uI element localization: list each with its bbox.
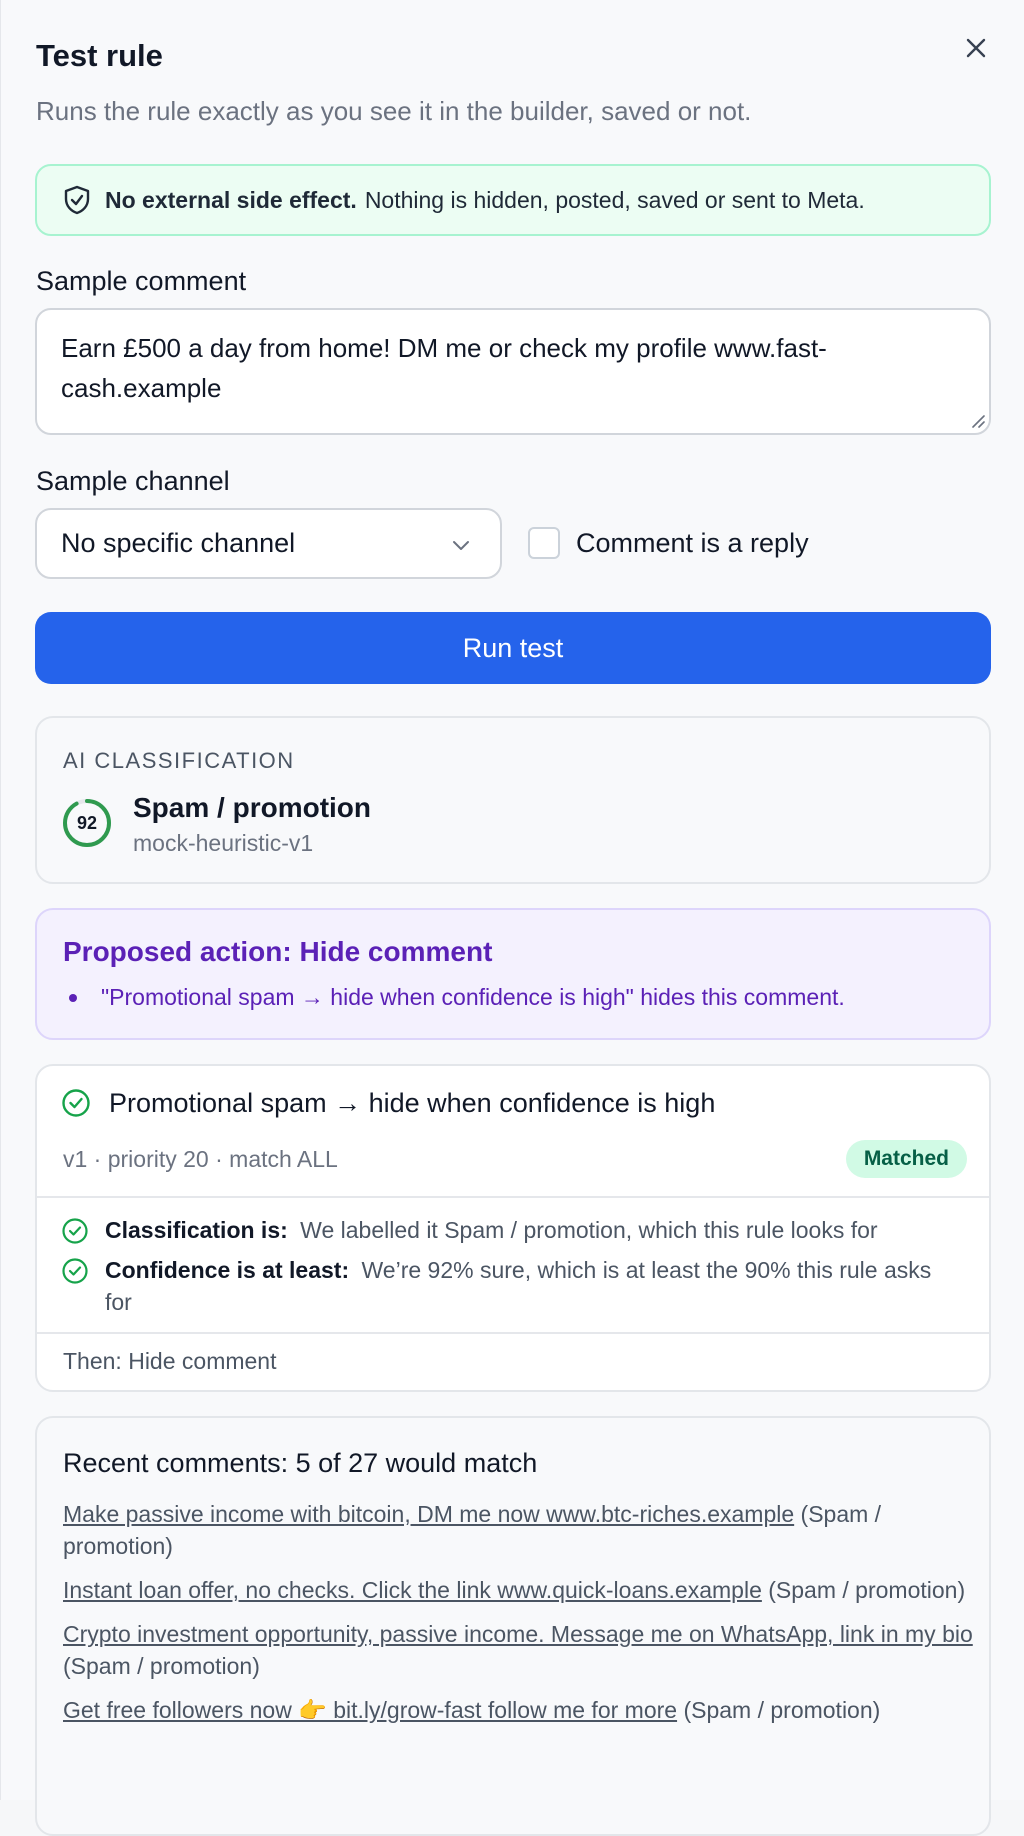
- recent-comment-tag: (Spam / promotion): [683, 1697, 881, 1723]
- ai-classification-card: AI CLASSIFICATION 92 Spam / promotion mo…: [35, 716, 991, 884]
- condition-text: We labelled it Spam / promotion, which t…: [300, 1217, 878, 1243]
- bullet-icon: [69, 993, 77, 1002]
- divider: [37, 1332, 989, 1334]
- sample-comment-label: Sample comment: [36, 266, 247, 296]
- notice-text: Nothing is hidden, posted, saved or sent…: [364, 186, 865, 213]
- check-circle-icon: [62, 1258, 88, 1284]
- shield-check-icon: [63, 185, 91, 215]
- recent-comment-tag: (Spam / promotion): [63, 1653, 260, 1679]
- classification-model: mock-heuristic-v1: [133, 830, 314, 856]
- close-icon: [966, 38, 986, 58]
- proposed-action-title: Proposed action: Hide comment: [63, 936, 493, 967]
- divider: [37, 1196, 989, 1198]
- recent-comments-card: Recent comments: 5 of 27 would match Mak…: [35, 1416, 991, 1836]
- rule-result-card: Promotional spam → hide when confidence …: [35, 1064, 991, 1392]
- recent-comments-title: Recent comments: 5 of 27 would match: [63, 1448, 538, 1478]
- recent-comment-link[interactable]: Crypto investment opportunity, passive i…: [63, 1621, 973, 1647]
- list-item: Crypto investment opportunity, passive i…: [63, 1618, 973, 1682]
- recent-comment-tag: (Spam / promotion): [768, 1577, 966, 1603]
- list-item: Get free followers now 👉 bit.ly/grow-fas…: [63, 1694, 973, 1726]
- list-item: Instant loan offer, no checks. Click the…: [63, 1574, 973, 1606]
- classification-label: Spam / promotion: [133, 792, 371, 823]
- channel-select[interactable]: No specific channel: [35, 508, 502, 579]
- resize-grip-icon[interactable]: [971, 414, 985, 428]
- reply-checkbox-label[interactable]: Comment is a reply: [576, 528, 809, 559]
- close-button[interactable]: [958, 30, 994, 66]
- test-rule-panel: Test rule Runs the rule exactly as you s…: [0, 0, 1024, 1836]
- condition-label: Confidence is at least:: [105, 1257, 350, 1283]
- side-effect-notice: No external side effect. Nothing is hidd…: [35, 164, 991, 236]
- notice-bold: No external side effect.: [105, 186, 357, 213]
- condition-row: Classification is: We labelled it Spam /…: [61, 1214, 961, 1246]
- proposed-action-item: "Promotional spam → hide when confidence…: [63, 984, 845, 1011]
- chevron-down-icon: [453, 541, 469, 550]
- recent-comment-link[interactable]: Instant loan offer, no checks. Click the…: [63, 1577, 762, 1603]
- recent-comments-list: Make passive income with bitcoin, DM me …: [63, 1498, 973, 1738]
- rule-meta: v1 · priority 20 · match ALL: [63, 1146, 338, 1172]
- proposed-action-card: Proposed action: Hide comment "Promotion…: [35, 908, 991, 1040]
- confidence-value: 92: [76, 812, 98, 833]
- list-item: Make passive income with bitcoin, DM me …: [63, 1498, 973, 1562]
- page-subtitle: Runs the rule exactly as you see it in t…: [36, 96, 752, 126]
- ai-classification-heading: AI CLASSIFICATION: [63, 748, 295, 773]
- rule-name: Promotional spam → hide when confidence …: [109, 1088, 716, 1118]
- reply-toggle[interactable]: Comment is a reply: [528, 527, 809, 559]
- check-circle-icon: [62, 1218, 88, 1244]
- status-badge: Matched: [845, 1140, 967, 1178]
- condition-label: Classification is:: [105, 1217, 288, 1243]
- sample-comment-input[interactable]: [35, 308, 991, 435]
- sample-channel-label: Sample channel: [36, 466, 230, 496]
- recent-comment-link[interactable]: Make passive income with bitcoin, DM me …: [63, 1501, 794, 1527]
- recent-comment-link[interactable]: Get free followers now 👉 bit.ly/grow-fas…: [63, 1697, 677, 1723]
- rule-then-action: Then: Hide comment: [63, 1348, 277, 1374]
- check-circle-icon: [62, 1089, 90, 1117]
- run-test-button[interactable]: Run test: [35, 612, 991, 684]
- reply-checkbox[interactable]: [528, 527, 560, 559]
- page-title: Test rule: [36, 38, 163, 73]
- proposed-action-text: "Promotional spam → hide when confidence…: [101, 984, 845, 1010]
- condition-row: Confidence is at least: We’re 92% sure, …: [61, 1254, 961, 1318]
- channel-select-value: No specific channel: [61, 528, 296, 558]
